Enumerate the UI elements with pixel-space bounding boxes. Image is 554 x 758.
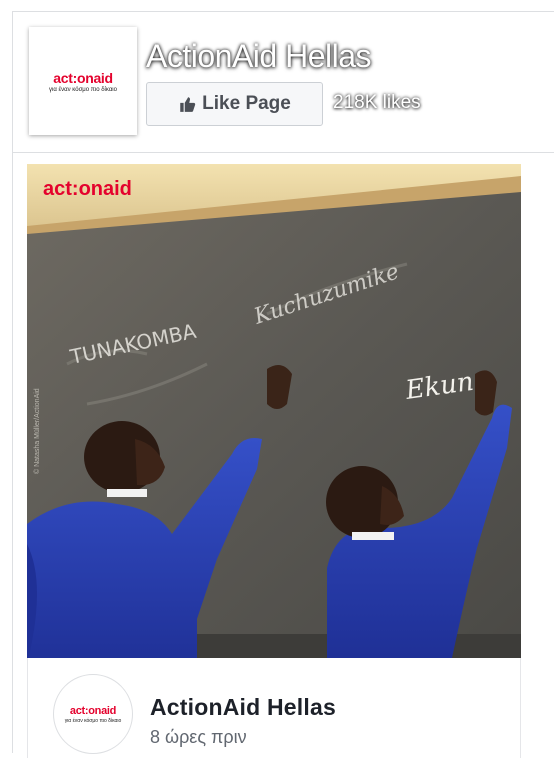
like-button-label: Like Page [202,93,291,114]
avatar-logo-wordmark: act:onaid [69,704,117,717]
likes-count: 218K likes [333,92,421,113]
page-logo[interactable]: act:onaid για έναν κόσμο πιο δίκαιο [29,27,137,135]
page-header: act:onaid για έναν κόσμο πιο δίκαιο Acti… [12,11,554,153]
classroom-photo: act:onaid TUNAKOMBA Kuchuzumike Ekun © N… [27,164,521,658]
avatar-logo-tagline: για έναν κόσμο πιο δίκαιο [64,717,122,724]
post-footer: act:onaid για έναν κόσμο πιο δίκαιο Acti… [27,658,521,758]
post-author[interactable]: ActionAid Hellas [150,694,336,721]
like-page-button[interactable]: Like Page [146,82,323,126]
post-card: act:onaid TUNAKOMBA Kuchuzumike Ekun © N… [12,153,554,758]
logo-tagline: για έναν κόσμο πιο δίκαιο [49,86,117,93]
thumbs-up-icon [180,97,196,112]
logo-wordmark: act:onaid [53,69,113,86]
avatar[interactable]: act:onaid για έναν κόσμο πιο δίκαιο [53,674,133,754]
image-logo: act:onaid [43,178,132,200]
page-name[interactable]: ActionAid Hellas [146,38,372,75]
photo-credit: © Natasha Müller/ActionAid [33,388,41,474]
post-image[interactable]: act:onaid TUNAKOMBA Kuchuzumike Ekun © N… [27,164,521,658]
